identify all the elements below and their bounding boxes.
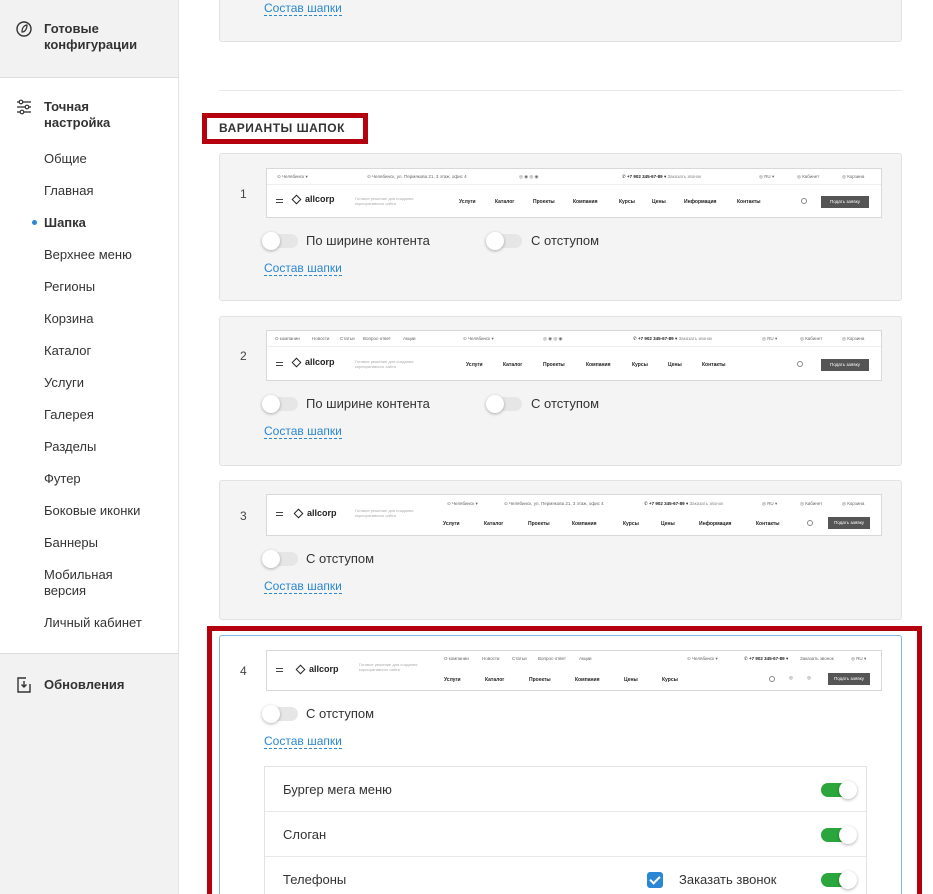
- toggle-indent-2[interactable]: [486, 395, 522, 413]
- sidebar-divider: [0, 653, 179, 654]
- config-card-previous: Состав шапки: [219, 0, 902, 42]
- sidebar-section-updates[interactable]: Обновления: [0, 676, 179, 696]
- sidebar-section-configs[interactable]: Готовые конфигурации: [0, 20, 179, 60]
- header-composition-link[interactable]: Состав шапки: [264, 1, 342, 16]
- sidebar-divider: [0, 77, 179, 78]
- sidebar-item-banners[interactable]: Баннеры: [44, 535, 98, 551]
- sidebar-section-fine-label: Точная настройка: [44, 99, 111, 130]
- header-composition-link-1[interactable]: Состав шапки: [264, 261, 342, 276]
- sidebar-item-mobile[interactable]: Мобильная версия: [44, 567, 144, 599]
- section-heading: ВАРИАНТЫ ШАПОК: [219, 121, 345, 135]
- toggle-label: С отступом: [306, 551, 375, 566]
- toggle-label: По ширине контента: [306, 233, 430, 248]
- sidebar-item-sections[interactable]: Разделы: [44, 439, 96, 455]
- sidebar-item-top-menu[interactable]: Верхнее меню: [44, 247, 132, 263]
- header-variant-card-2[interactable]: 2 О компании Новости Статьи Вопрос-ответ…: [219, 316, 902, 466]
- toggle-label: С отступом: [531, 396, 600, 411]
- header-variant-card-1[interactable]: 1 ⊙ Челябинск ▾ ⊙ Челябинск, ул. Пермяко…: [219, 153, 902, 301]
- sidebar: Готовые конфигурации Точная настройка Об…: [0, 0, 179, 894]
- sidebar-item-gallery[interactable]: Галерея: [44, 407, 94, 423]
- sidebar-item-account[interactable]: Личный кабинет: [44, 615, 142, 631]
- sidebar-item-footer[interactable]: Футер: [44, 471, 81, 487]
- leaf-icon: [16, 21, 32, 37]
- highlight-frame-variant-4: [207, 626, 922, 894]
- sidebar-item-general[interactable]: Общие: [44, 151, 87, 167]
- header-preview-3[interactable]: allcorp Готовое решение для создания кор…: [266, 494, 882, 536]
- sidebar-section-configs-label: Готовые конфигурации: [44, 21, 138, 52]
- variant-number: 1: [240, 187, 247, 201]
- sidebar-item-regions[interactable]: Регионы: [44, 279, 95, 295]
- header-preview-1[interactable]: ⊙ Челябинск ▾ ⊙ Челябинск, ул. Пермякова…: [266, 168, 882, 218]
- toggle-label: По ширине контента: [306, 396, 430, 411]
- header-composition-link-2[interactable]: Состав шапки: [264, 424, 342, 439]
- toggle-indent-1[interactable]: [486, 232, 522, 250]
- sidebar-item-header[interactable]: Шапка: [44, 215, 86, 231]
- sidebar-item-catalog[interactable]: Каталог: [44, 343, 91, 359]
- variant-number: 2: [240, 349, 247, 363]
- header-preview-2[interactable]: О компании Новости Статьи Вопрос-ответ А…: [266, 330, 882, 381]
- sidebar-section-fine[interactable]: Точная настройка: [0, 98, 179, 132]
- toggle-content-width-1[interactable]: [262, 232, 298, 250]
- toggle-label: С отступом: [531, 233, 600, 248]
- toggle-content-width-2[interactable]: [262, 395, 298, 413]
- download-icon: [17, 677, 31, 693]
- sliders-icon: [17, 99, 31, 115]
- header-variant-card-3[interactable]: 3 allcorp Готовое решение для создания к…: [219, 480, 902, 620]
- sidebar-item-side-icons[interactable]: Боковые иконки: [44, 503, 140, 519]
- toggle-indent-3[interactable]: [262, 550, 298, 568]
- sidebar-item-cart[interactable]: Корзина: [44, 311, 94, 327]
- section-divider: [219, 90, 902, 91]
- sidebar-item-services[interactable]: Услуги: [44, 375, 84, 391]
- header-composition-link-3[interactable]: Состав шапки: [264, 579, 342, 594]
- sidebar-item-main[interactable]: Главная: [44, 183, 93, 199]
- active-dot: [32, 220, 37, 225]
- sidebar-section-updates-label: Обновления: [44, 677, 125, 692]
- variant-number: 3: [240, 509, 247, 523]
